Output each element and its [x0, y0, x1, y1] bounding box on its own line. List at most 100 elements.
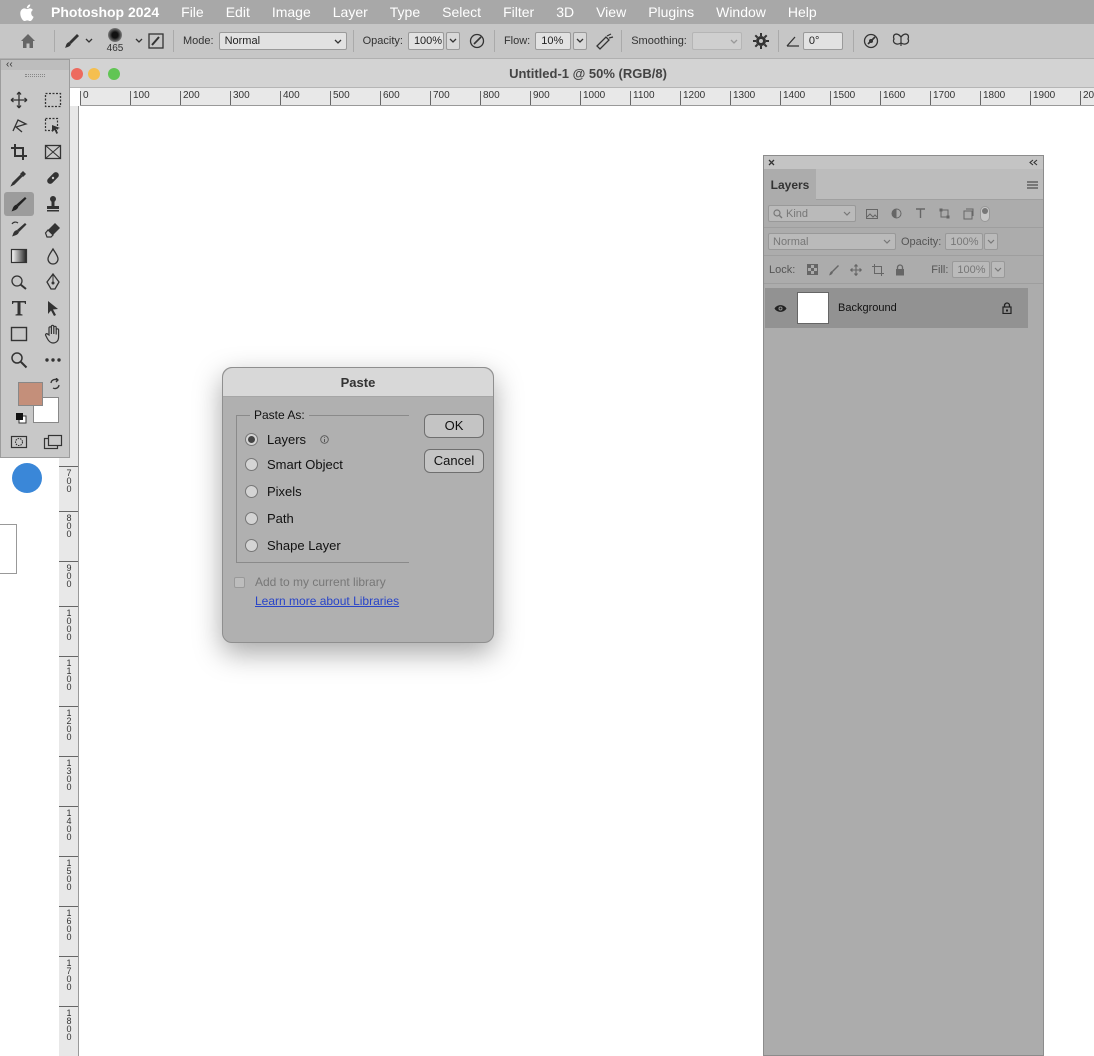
panel-grip[interactable] — [1, 70, 69, 80]
app-name[interactable]: Photoshop 2024 — [51, 4, 159, 20]
menu-help[interactable]: Help — [788, 4, 817, 20]
flow-dropdown[interactable] — [573, 32, 588, 50]
quick-mask-icon[interactable] — [4, 430, 34, 454]
frame-tool-icon[interactable] — [38, 140, 68, 164]
filter-kind-select[interactable]: Kind — [768, 205, 856, 222]
eraser-tool-icon[interactable] — [38, 218, 68, 242]
layer-opacity-dropdown[interactable] — [984, 233, 999, 250]
fill-dropdown[interactable] — [991, 261, 1006, 278]
filter-toggle[interactable] — [980, 205, 990, 222]
menu-plugins[interactable]: Plugins — [648, 4, 694, 20]
layer-opacity-input[interactable]: 100% — [945, 233, 984, 250]
rectangle-tool-icon[interactable] — [4, 322, 34, 346]
horizontal-ruler[interactable]: 0 100 200 300 400 500 600 700 800 900 10… — [80, 88, 1094, 106]
history-brush-tool-icon[interactable] — [4, 218, 34, 242]
radio-button[interactable] — [245, 485, 258, 498]
radio-smart-object[interactable]: Smart Object — [245, 457, 343, 472]
chevron-down-icon[interactable] — [83, 30, 95, 52]
menu-select[interactable]: Select — [442, 4, 481, 20]
mode-select[interactable]: Normal — [218, 32, 347, 50]
brush-settings-panel-icon[interactable] — [145, 30, 167, 52]
type-tool-icon[interactable] — [4, 296, 34, 320]
shape-filter-icon[interactable] — [932, 208, 956, 219]
default-colors-icon[interactable] — [15, 412, 27, 427]
lock-icon[interactable] — [1002, 302, 1012, 314]
more-tools-icon[interactable] — [38, 348, 68, 372]
layer-row-background[interactable]: Background — [765, 288, 1028, 328]
move-tool-icon[interactable] — [4, 88, 34, 112]
smoothing-input[interactable] — [691, 32, 742, 50]
home-icon[interactable] — [18, 31, 38, 51]
tab-layers[interactable]: Layers — [764, 169, 816, 200]
collapse-tools-icon[interactable]: ‹‹ — [1, 60, 69, 70]
lasso-tool-icon[interactable] — [4, 114, 34, 138]
menu-3d[interactable]: 3D — [556, 4, 574, 20]
lock-artboard-icon[interactable] — [867, 263, 889, 276]
fill-input[interactable]: 100% — [952, 261, 991, 278]
panel-menu-icon[interactable] — [1027, 181, 1038, 189]
radio-button[interactable] — [245, 539, 258, 552]
radio-button[interactable] — [245, 458, 258, 471]
eye-visibility-icon[interactable] — [774, 304, 787, 313]
eyedropper-tool-icon[interactable] — [4, 166, 34, 190]
menu-view[interactable]: View — [596, 4, 626, 20]
screen-mode-icon[interactable] — [38, 430, 68, 454]
airbrush-icon[interactable] — [593, 30, 615, 52]
pressure-size-icon[interactable] — [860, 30, 882, 52]
healing-brush-tool-icon[interactable] — [38, 166, 68, 190]
ok-button[interactable]: OK — [424, 414, 484, 438]
type-filter-icon[interactable] — [908, 208, 932, 219]
hand-tool-icon[interactable] — [38, 322, 68, 346]
swap-colors-icon[interactable] — [49, 377, 61, 393]
symmetry-butterfly-icon[interactable] — [890, 30, 912, 52]
radio-path[interactable]: Path — [245, 511, 294, 526]
chevron-down-icon[interactable] — [133, 30, 145, 52]
pressure-opacity-icon[interactable] — [466, 30, 488, 52]
menu-type[interactable]: Type — [390, 4, 420, 20]
marquee-tool-icon[interactable] — [38, 88, 68, 112]
info-icon[interactable] — [320, 435, 329, 444]
blend-mode-select[interactable]: Normal — [768, 233, 896, 250]
opacity-dropdown[interactable] — [445, 32, 460, 50]
flow-input[interactable]: 10% — [535, 32, 572, 50]
pen-tool-icon[interactable] — [38, 270, 68, 294]
clone-stamp-tool-icon[interactable] — [38, 192, 68, 216]
path-selection-tool-icon[interactable] — [38, 296, 68, 320]
lock-all-icon[interactable] — [889, 263, 911, 276]
object-selection-tool-icon[interactable] — [38, 114, 68, 138]
checkbox[interactable] — [234, 576, 245, 588]
menu-edit[interactable]: Edit — [226, 4, 250, 20]
add-to-library-checkbox[interactable]: Add to my current library — [234, 575, 386, 589]
blur-tool-icon[interactable] — [38, 244, 68, 268]
smart-object-filter-icon[interactable] — [956, 208, 980, 220]
gradient-tool-icon[interactable] — [4, 244, 34, 268]
radio-button[interactable] — [245, 433, 258, 446]
crop-tool-icon[interactable] — [4, 140, 34, 164]
radio-button[interactable] — [245, 512, 258, 525]
opacity-input[interactable]: 100% — [407, 32, 444, 50]
learn-more-link[interactable]: Learn more about Libraries — [255, 594, 399, 608]
menu-window[interactable]: Window — [716, 4, 766, 20]
apple-icon[interactable] — [17, 2, 37, 22]
image-filter-icon[interactable] — [860, 208, 884, 219]
menu-image[interactable]: Image — [272, 4, 311, 20]
layer-thumbnail[interactable] — [797, 292, 829, 324]
zoom-tool-icon[interactable] — [4, 348, 34, 372]
lock-image-pixels-icon[interactable] — [823, 264, 845, 276]
dodge-tool-icon[interactable] — [4, 270, 34, 294]
angle-input[interactable]: 0° — [802, 32, 843, 50]
lock-transparent-pixels-icon[interactable] — [801, 264, 823, 275]
close-icon[interactable] — [768, 159, 775, 166]
gear-icon[interactable] — [750, 30, 772, 52]
layer-name[interactable]: Background — [838, 302, 897, 314]
brush-size-picker[interactable]: 465 — [97, 25, 133, 57]
radio-pixels[interactable]: Pixels — [245, 484, 302, 499]
collapse-panel-icon[interactable] — [1029, 159, 1038, 166]
brush-tool-icon[interactable] — [4, 192, 34, 216]
foreground-color-swatch[interactable] — [18, 382, 43, 406]
menu-layer[interactable]: Layer — [333, 4, 368, 20]
adjustment-filter-icon[interactable] — [884, 208, 908, 219]
menu-filter[interactable]: Filter — [503, 4, 534, 20]
cancel-button[interactable]: Cancel — [424, 449, 484, 473]
brush-tool-preset-icon[interactable] — [61, 30, 83, 52]
